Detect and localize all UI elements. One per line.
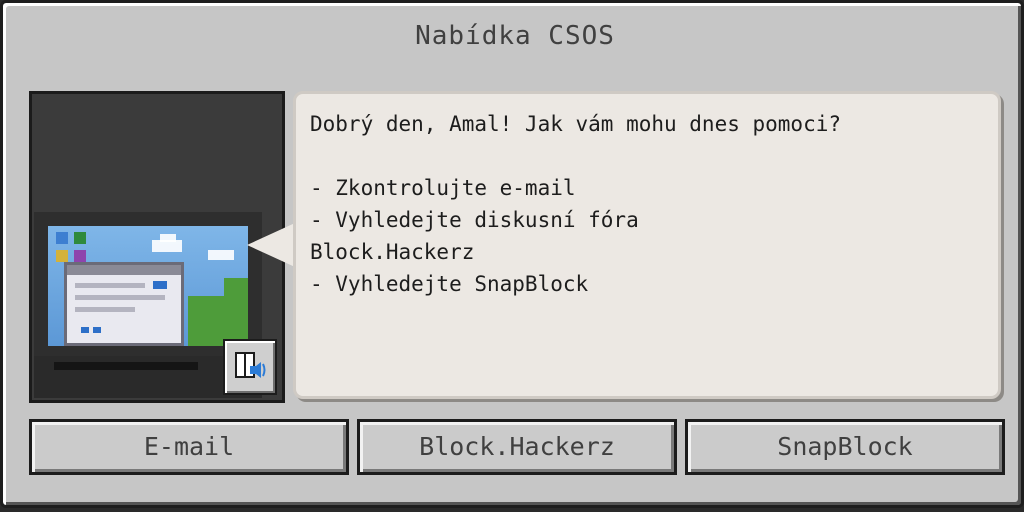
app-window (64, 262, 184, 346)
monitor-screen (48, 226, 248, 346)
speech-bubble: Dobrý den, Amal! Jak vám mohu dnes pomoc… (293, 91, 1001, 399)
block-hackerz-button[interactable]: Block.Hackerz (357, 419, 677, 475)
speech-bubble-tail (247, 223, 295, 267)
voice-readout-button[interactable] (223, 339, 277, 395)
email-button[interactable]: E-mail (29, 419, 349, 475)
npc-dialog-window: Nabídka CSOS Dobrý den, Amal! Jak vám mo… (0, 0, 1024, 508)
dialog-title: Nabídka CSOS (415, 21, 615, 51)
npc-message: Dobrý den, Amal! Jak vám mohu dnes pomoc… (310, 112, 842, 296)
book-speaker-icon (235, 352, 266, 378)
snapblock-button[interactable]: SnapBlock (685, 419, 1005, 475)
